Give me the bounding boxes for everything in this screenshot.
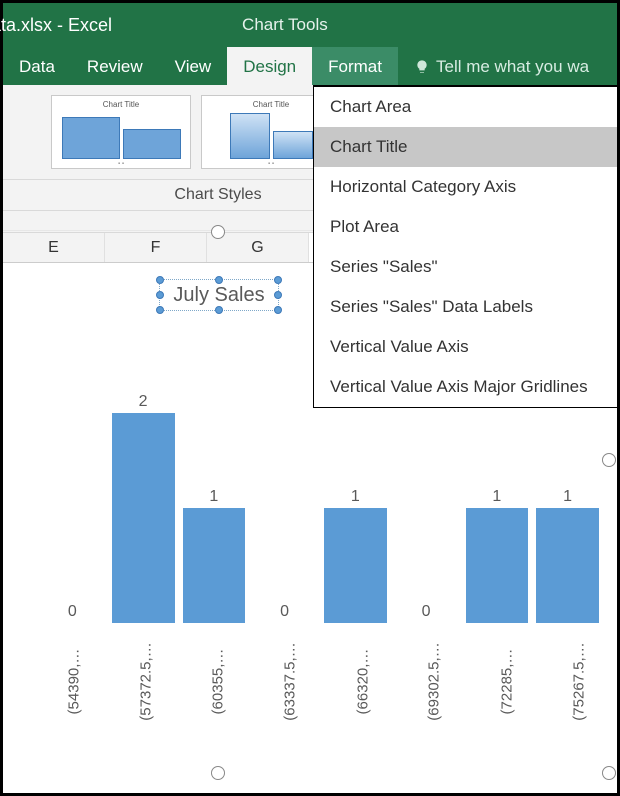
data-label: 0 (422, 603, 431, 621)
lightbulb-icon (414, 59, 430, 75)
dropdown-item-series-sales[interactable]: Series "Sales" (314, 247, 617, 287)
chart-selection-handle[interactable] (602, 766, 616, 780)
data-label: 0 (280, 603, 289, 621)
dropdown-item-vertical-axis[interactable]: Vertical Value Axis (314, 327, 617, 367)
chart-title[interactable]: July Sales (159, 279, 279, 311)
chart-tools-context-label: Chart Tools (242, 15, 328, 35)
x-tick: (63337.5,… (251, 633, 329, 651)
x-tick: (69302.5,… (395, 633, 473, 651)
tell-me-search[interactable]: Tell me what you wa (398, 47, 605, 85)
bar[interactable] (466, 508, 529, 623)
bar-column[interactable]: 1 (536, 393, 599, 623)
x-tick: (60355,… (185, 633, 251, 651)
title-handle[interactable] (156, 276, 164, 284)
column-header-e[interactable]: E (3, 233, 105, 262)
x-axis: (54390,…(57372.5,…(60355,…(63337.5,…(663… (41, 633, 599, 763)
tab-data[interactable]: Data (3, 47, 71, 85)
window-title: ata.xlsx - Excel (0, 15, 112, 36)
ribbon: Chart Title ▪ ▪ Chart Title ▪ ▪ Chart St… (3, 85, 617, 233)
title-handle[interactable] (156, 291, 164, 299)
bar-column[interactable]: 0 (395, 393, 458, 623)
dropdown-item-plot-area[interactable]: Plot Area (314, 207, 617, 247)
x-tick: (57372.5,… (107, 633, 185, 651)
column-header-f[interactable]: F (105, 233, 207, 262)
bar-column[interactable]: 0 (253, 393, 316, 623)
data-label: 1 (563, 488, 572, 506)
chart-style-thumb-1[interactable]: Chart Title ▪ ▪ (51, 95, 191, 169)
dropdown-item-vertical-axis-gridlines[interactable]: Vertical Value Axis Major Gridlines (314, 367, 617, 407)
bar-column[interactable]: 1 (183, 393, 246, 623)
bar-column[interactable]: 1 (466, 393, 529, 623)
bar-column[interactable]: 2 (112, 393, 175, 623)
title-handle[interactable] (274, 291, 282, 299)
title-handle[interactable] (215, 276, 223, 284)
chart-selection-handle[interactable] (211, 225, 225, 239)
data-label: 1 (351, 488, 360, 506)
dropdown-item-series-sales-labels[interactable]: Series "Sales" Data Labels (314, 287, 617, 327)
chart-element-dropdown: Chart Area Chart Title Horizontal Catego… (313, 85, 618, 408)
chart-title-text: July Sales (173, 284, 264, 307)
x-tick: (72285,… (474, 633, 540, 651)
title-handle[interactable] (156, 306, 164, 314)
plot-area[interactable]: 0 2 1 0 1 0 1 1 (41, 393, 599, 623)
chart-selection-handle[interactable] (211, 766, 225, 780)
tab-view[interactable]: View (159, 47, 228, 85)
data-label: 0 (68, 603, 77, 621)
x-tick: (54390,… (41, 633, 107, 651)
data-label: 2 (139, 393, 148, 411)
bar[interactable] (324, 508, 387, 623)
dropdown-item-horizontal-axis[interactable]: Horizontal Category Axis (314, 167, 617, 207)
dropdown-item-chart-area[interactable]: Chart Area (314, 87, 617, 127)
tell-me-placeholder: Tell me what you wa (436, 57, 589, 77)
bar-column[interactable]: 0 (41, 393, 104, 623)
titlebar: ata.xlsx - Excel Chart Tools (3, 3, 617, 47)
data-label: 1 (492, 488, 501, 506)
ribbon-tabs: Data Review View Design Format Tell me w… (3, 47, 617, 85)
x-tick: (66320,… (330, 633, 396, 651)
dropdown-item-chart-title[interactable]: Chart Title (314, 127, 617, 167)
x-tick: (75267.5,… (540, 633, 618, 651)
bar[interactable] (536, 508, 599, 623)
tab-format[interactable]: Format (312, 47, 398, 85)
title-handle[interactable] (215, 306, 223, 314)
title-handle[interactable] (274, 306, 282, 314)
data-label: 1 (209, 488, 218, 506)
chart-selection-handle[interactable] (602, 453, 616, 467)
bar[interactable] (112, 413, 175, 623)
title-handle[interactable] (274, 276, 282, 284)
bar-column[interactable]: 1 (324, 393, 387, 623)
tab-design[interactable]: Design (227, 47, 312, 85)
bar[interactable] (183, 508, 246, 623)
tab-review[interactable]: Review (71, 47, 159, 85)
